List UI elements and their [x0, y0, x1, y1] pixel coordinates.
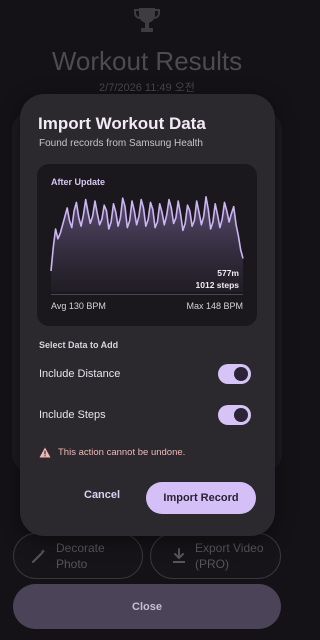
warning-message: This action cannot be undone.	[39, 447, 185, 458]
heart-rate-chart-card: After Update 577m 1012 steps Avg 130 BPM…	[37, 164, 257, 326]
trophy-icon	[134, 8, 160, 32]
dialog-title: Import Workout Data	[38, 114, 206, 133]
decorate-label-line1: Decorate	[56, 541, 105, 555]
download-icon	[173, 548, 185, 563]
switch-knob	[234, 367, 248, 381]
distance-value: 577m	[217, 268, 239, 278]
include-distance-row[interactable]: Include Distance	[39, 362, 251, 386]
include-distance-label: Include Distance	[39, 368, 121, 380]
section-label: Select Data to Add	[39, 340, 119, 350]
max-bpm-label: Max 148 BPM	[186, 301, 243, 311]
export-label-line1: Export Video	[195, 541, 264, 555]
import-record-button[interactable]: Import Record	[146, 482, 256, 514]
include-steps-row[interactable]: Include Steps	[39, 403, 251, 427]
import-workout-dialog: Import Workout Data Found records from S…	[20, 94, 275, 536]
cancel-button[interactable]: Cancel	[84, 489, 120, 501]
include-distance-switch[interactable]	[218, 364, 251, 384]
close-button[interactable]: Close	[13, 584, 281, 629]
chart-divider	[51, 294, 243, 295]
include-steps-label: Include Steps	[39, 409, 106, 421]
warning-icon	[39, 447, 51, 458]
steps-value: 1012 steps	[196, 280, 240, 290]
export-video-button[interactable]: Export Video (PRO)	[150, 533, 281, 579]
workout-date: 2/7/2026 11:49 오전	[99, 82, 195, 94]
avg-bpm-label: Avg 130 BPM	[51, 301, 106, 311]
switch-knob	[234, 408, 248, 422]
dialog-subtitle: Found records from Samsung Health	[39, 138, 203, 149]
page-title: Workout Results	[51, 46, 243, 76]
decorate-label-line2: Photo	[56, 557, 88, 571]
warning-text: This action cannot be undone.	[58, 447, 186, 458]
export-label-line2: (PRO)	[195, 557, 229, 571]
magic-wand-icon	[32, 549, 46, 563]
include-steps-switch[interactable]	[218, 405, 251, 425]
decorate-photo-button[interactable]: Decorate Photo	[13, 533, 143, 579]
